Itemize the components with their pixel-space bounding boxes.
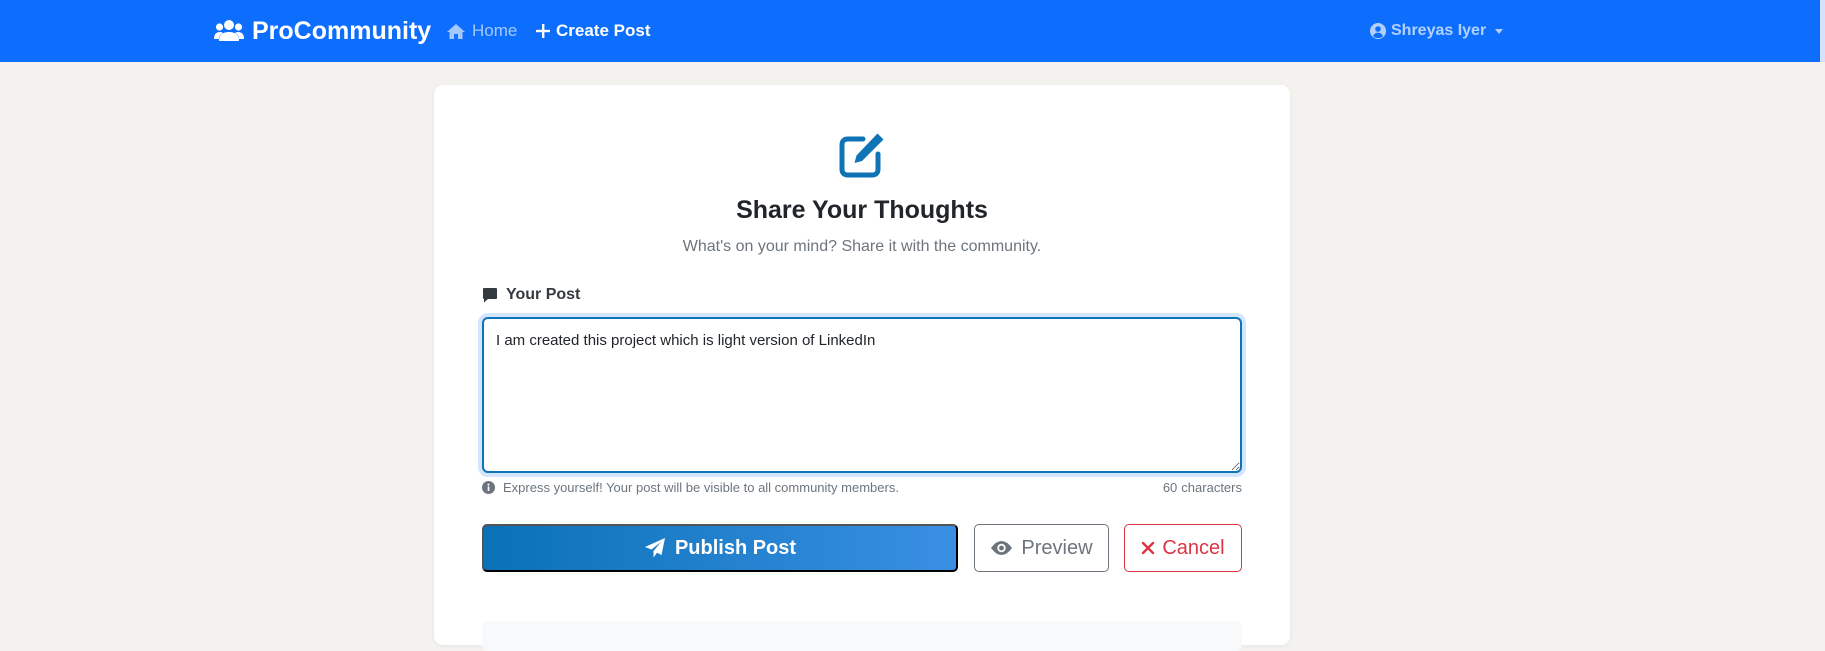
nav-home-label: Home <box>472 21 518 40</box>
nav-create-post-label: Create Post <box>556 21 651 40</box>
chevron-down-icon <box>1495 28 1504 34</box>
page-title: Share Your Thoughts <box>736 196 988 224</box>
preview-panel <box>482 621 1242 651</box>
cancel-label: Cancel <box>1162 536 1225 559</box>
create-post-card: Share Your Thoughts What's on your mind?… <box>434 85 1290 651</box>
char-count-value: 60 <box>1162 480 1178 495</box>
char-count-suffix: characters <box>1181 480 1242 495</box>
cancel-button[interactable]: Cancel <box>1124 524 1242 572</box>
page-subtitle: What's on your mind? Share it with the c… <box>682 238 1042 255</box>
user-dropdown-toggle[interactable]: Shreyas Iyer <box>1370 19 1504 43</box>
close-icon <box>1142 541 1155 555</box>
post-textarea[interactable]: I am created this project which is light… <box>482 317 1242 473</box>
post-hint: Express yourself! Your post will be visi… <box>482 480 899 495</box>
post-field-label-text: Your Post <box>506 286 581 303</box>
eye-icon <box>991 541 1013 555</box>
plus-icon <box>536 24 550 38</box>
user-circle-icon <box>1370 23 1386 39</box>
users-icon <box>214 20 244 41</box>
post-field-label: Your Post <box>482 286 580 304</box>
paper-plane-icon <box>644 538 665 558</box>
post-hint-text: Express yourself! Your post will be visi… <box>503 480 899 495</box>
top-navbar: ProCommunity Home Create Post Shreyas Iy… <box>0 0 1825 62</box>
brand-link[interactable]: ProCommunity <box>214 15 431 47</box>
publish-post-label: Publish Post <box>674 536 797 559</box>
nav-create-post-link[interactable]: Create Post <box>536 19 650 43</box>
preview-label: Preview <box>1021 536 1093 559</box>
nav-home-link[interactable]: Home <box>446 19 517 43</box>
preview-button[interactable]: Preview <box>974 524 1109 572</box>
home-icon <box>447 23 465 39</box>
user-name: Shreyas Iyer <box>1391 22 1487 39</box>
publish-post-button[interactable]: Publish Post <box>482 524 958 572</box>
info-icon <box>482 481 495 494</box>
brand-name: ProCommunity <box>252 16 432 45</box>
comment-icon <box>483 288 497 303</box>
edit-icon <box>839 133 884 178</box>
char-counter: 60 characters <box>1159 480 1242 495</box>
